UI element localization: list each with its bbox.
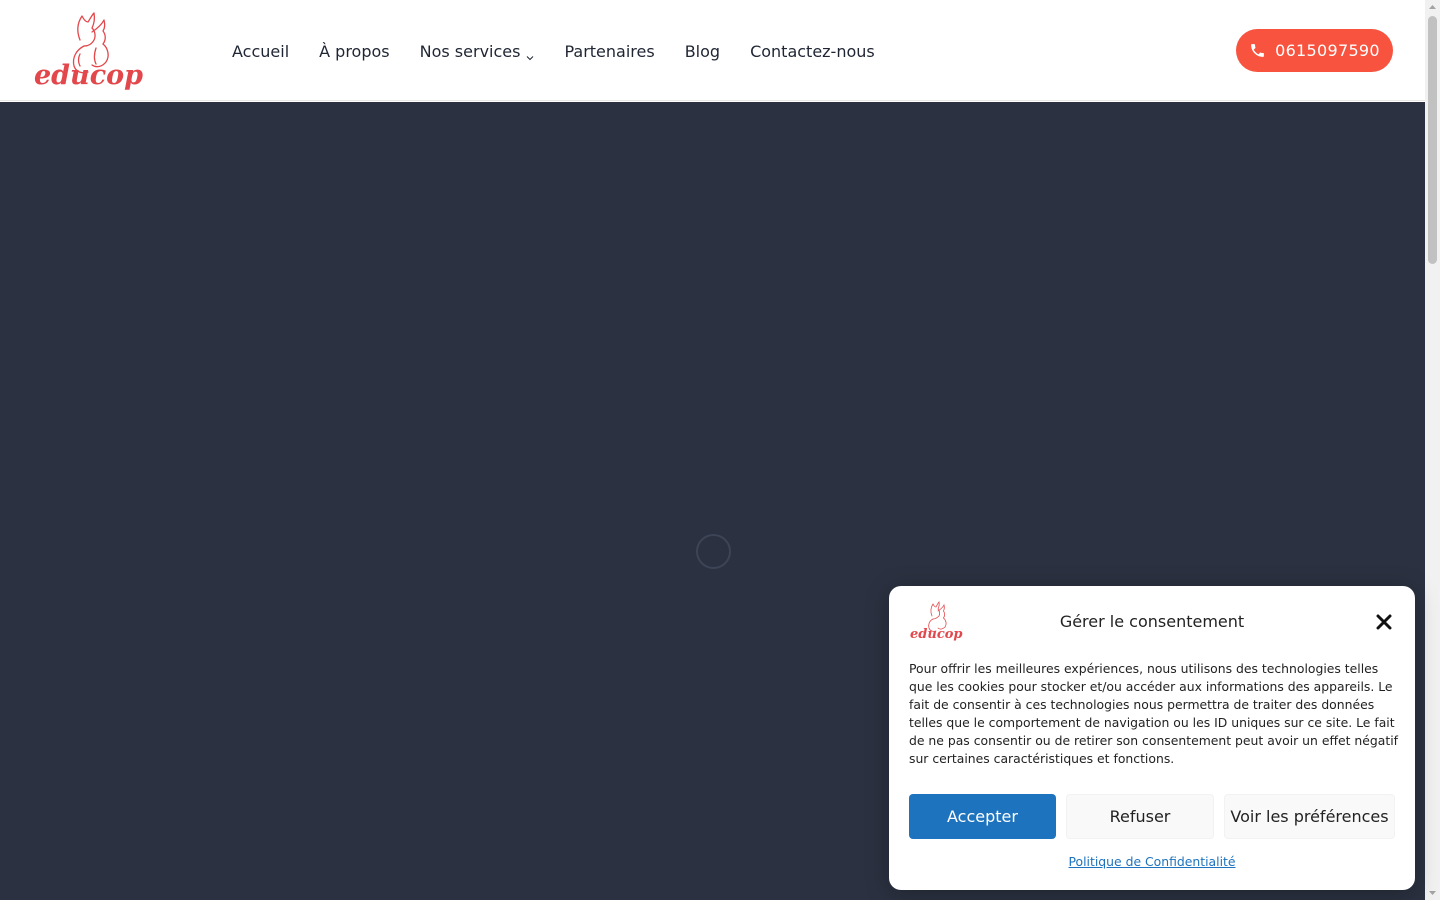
svg-text:educopet: educopet (34, 60, 144, 91)
nav-item-label: Nos services (419, 41, 521, 61)
site-logo[interactable]: educopet (32, 10, 173, 92)
close-icon[interactable] (1376, 614, 1392, 630)
nav-item-blog[interactable]: Blog (685, 42, 720, 61)
nav-item-a-propos[interactable]: À propos (319, 42, 389, 61)
consent-title: Gérer le consentement (1059, 612, 1245, 631)
scroll-up-arrow-icon[interactable] (1425, 0, 1440, 15)
scroll-down-arrow-icon[interactable] (1425, 885, 1440, 900)
chevron-down-icon (526, 47, 534, 61)
main-nav: Accueil À propos Nos services Partenaire… (232, 38, 905, 64)
nav-item-nos-services[interactable]: Nos services (420, 42, 535, 61)
phone-icon (1251, 44, 1264, 57)
cookie-consent-dialog: educopet Gérer le consentement Pour offr… (889, 586, 1415, 890)
page: educopet Accueil À propos Nos services P… (0, 0, 1440, 900)
call-button[interactable]: 0615097590 (1236, 29, 1393, 72)
scrollbar-thumb[interactable] (1428, 16, 1437, 264)
scrollbar[interactable] (1425, 0, 1440, 900)
nav-item-contactez-nous[interactable]: Contactez-nous (750, 42, 875, 61)
logo-graphic: educopet (34, 12, 173, 91)
nav-item-label: Contactez-nous (750, 41, 875, 61)
nav-item-partenaires[interactable]: Partenaires (564, 42, 654, 61)
phone-number: 0615097590 (1275, 41, 1380, 60)
spinner-icon (696, 534, 731, 569)
nav-item-accueil[interactable]: Accueil (232, 42, 289, 61)
nav-item-label: Partenaires (564, 41, 655, 61)
nav-item-label: Accueil (232, 41, 290, 61)
refuse-button[interactable]: Refuser (1066, 794, 1214, 839)
accept-button[interactable]: Accepter (909, 794, 1056, 839)
privacy-policy-link[interactable]: Politique de Confidentialité (889, 854, 1415, 869)
nav-item-label: Blog (684, 41, 721, 61)
consent-message: Pour offrir les meilleures expériences, … (909, 661, 1398, 766)
view-preferences-button[interactable]: Voir les préférences (1224, 794, 1395, 839)
site-header: educopet Accueil À propos Nos services P… (0, 0, 1425, 101)
nav-item-label: À propos (319, 41, 390, 61)
